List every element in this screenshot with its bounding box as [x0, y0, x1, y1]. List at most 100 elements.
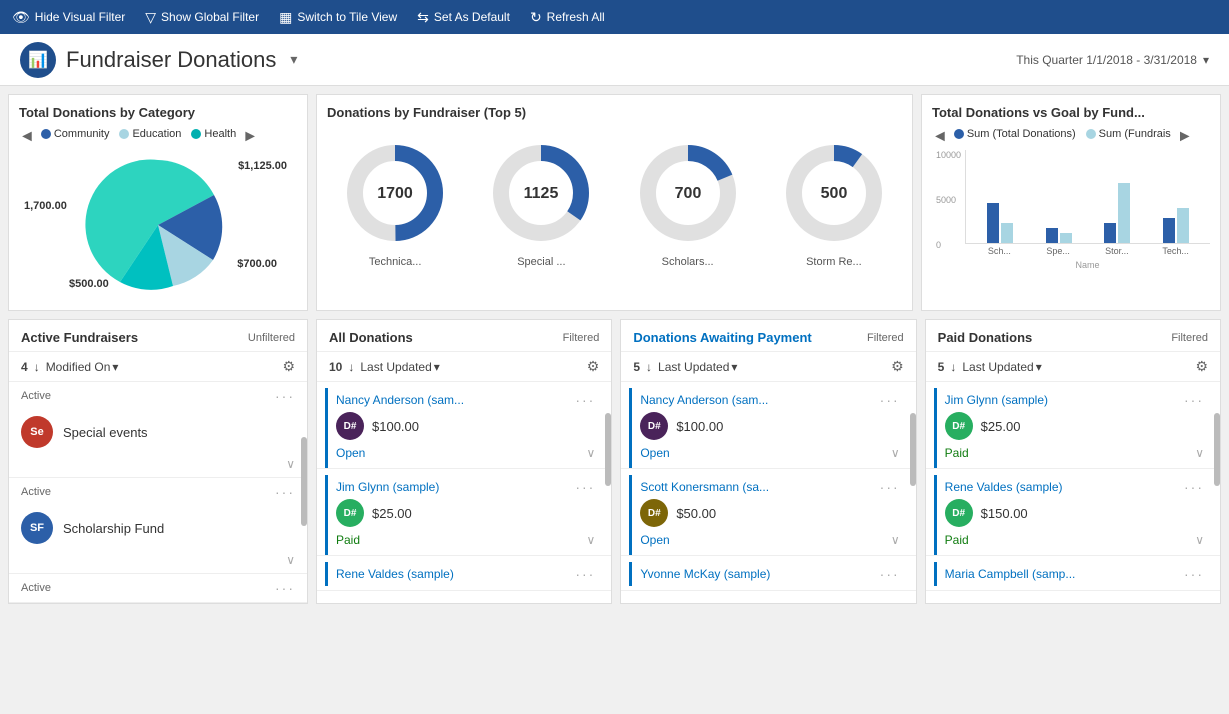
awaiting-dots-3[interactable]: ···	[880, 566, 900, 582]
awaiting-link-3[interactable]: Yvonne McKay (sample)	[640, 567, 770, 581]
awaiting-link-1[interactable]: Nancy Anderson (sam...	[640, 393, 768, 407]
donation-avatar-1: D#	[336, 412, 364, 440]
paid-expand-2[interactable]: ∨	[1195, 533, 1204, 547]
awaiting-status-1[interactable]: Open	[640, 446, 669, 460]
pie-nav-left[interactable]: ◄	[19, 128, 35, 146]
avatar-scholarship: SF	[21, 512, 53, 544]
awaiting-amount-2: $50.00	[676, 506, 716, 521]
pie-value-4: 1,700.00	[24, 200, 67, 212]
paid-sort-field-label: Last Updated	[962, 360, 1033, 374]
awaiting-sort-count: 5	[633, 360, 640, 374]
paid-dots-3[interactable]: ···	[1184, 566, 1204, 582]
paid-sort-field[interactable]: Last Updated ▾	[962, 360, 1041, 374]
awaiting-expand-2[interactable]: ∨	[891, 533, 900, 547]
active-sort-field[interactable]: Modified On ▾	[46, 360, 119, 374]
paid-link-1[interactable]: Jim Glynn (sample)	[945, 393, 1048, 407]
bar-nav-right[interactable]: ►	[1177, 128, 1193, 146]
paid-status-row-2: Paid ∨	[945, 531, 1204, 551]
awaiting-link-2[interactable]: Scott Konersmann (sa...	[640, 480, 769, 494]
status-active-3: Active	[21, 582, 51, 594]
switch-tile-view-button[interactable]: ▦ Switch to Tile View	[279, 9, 397, 26]
paid-link-3[interactable]: Maria Campbell (samp...	[945, 567, 1076, 581]
donation-link-2[interactable]: Jim Glynn (sample)	[336, 480, 439, 494]
pie-chart-card: Total Donations by Category ◄ Community …	[8, 94, 308, 311]
donation-status-1[interactable]: Open	[336, 446, 365, 460]
paid-link-row-3: Maria Campbell (samp... ···	[945, 566, 1204, 582]
donut-4-label: Storm Re...	[806, 256, 862, 268]
donation-expand-1[interactable]: ∨	[587, 446, 596, 460]
donut-4: 500 Storm Re...	[779, 138, 889, 268]
eye-icon: 👁	[12, 9, 30, 26]
list-item-scholarship: Active ··· SF Scholarship Fund ∨	[9, 478, 307, 574]
title-dropdown-icon[interactable]: ▾	[290, 51, 297, 68]
refresh-all-button[interactable]: ↻ Refresh All	[530, 9, 605, 26]
donation-dots-3[interactable]: ···	[575, 566, 595, 582]
awaiting-filter-icon[interactable]: ⚙	[891, 358, 904, 375]
y-label-5000: 5000	[936, 195, 961, 205]
paid-expand-1[interactable]: ∨	[1195, 446, 1204, 460]
donut-1-label: Technica...	[369, 256, 422, 268]
paid-donations-title: Paid Donations	[938, 330, 1033, 345]
default-icon: ⇆	[417, 9, 429, 26]
awaiting-expand-1[interactable]: ∨	[891, 446, 900, 460]
item-dots-2[interactable]: ···	[275, 484, 295, 500]
donation-item-1: Nancy Anderson (sam... ··· D# $100.00 Op…	[317, 382, 611, 469]
bar-nav-left[interactable]: ◄	[932, 128, 948, 146]
donation-dots-2[interactable]: ···	[575, 479, 595, 495]
awaiting-sort-field[interactable]: Last Updated ▾	[658, 360, 737, 374]
donation-link-1[interactable]: Nancy Anderson (sam...	[336, 393, 464, 407]
bar-chart-legend: Sum (Total Donations) Sum (Fundrais	[954, 128, 1171, 140]
community-dot	[41, 129, 51, 139]
paid-status-1[interactable]: Paid	[945, 446, 969, 460]
paid-dots-2[interactable]: ···	[1184, 479, 1204, 495]
hide-visual-filter-button[interactable]: 👁 Hide Visual Filter	[12, 9, 125, 26]
donation-status-row-2: Paid ∨	[336, 531, 595, 551]
logo-icon: 📊	[28, 50, 48, 70]
awaiting-card-1: Nancy Anderson (sam... ··· D# $100.00 Op…	[629, 388, 907, 468]
donation-expand-2[interactable]: ∨	[587, 533, 596, 547]
bar-chart-nav: ◄ Sum (Total Donations) Sum (Fundrais ►	[932, 128, 1210, 146]
all-sort-count: 10	[329, 360, 342, 374]
bar-2b	[1060, 233, 1072, 243]
awaiting-card-3: Yvonne McKay (sample) ···	[629, 562, 907, 586]
paid-row-1: D# $25.00	[945, 408, 1204, 444]
item-dots-1[interactable]: ···	[275, 388, 295, 404]
all-sort-field[interactable]: Last Updated ▾	[360, 360, 439, 374]
all-sort-icon: ↓	[348, 360, 354, 374]
bar-group-4	[1152, 208, 1201, 243]
paid-status-2[interactable]: Paid	[945, 533, 969, 547]
active-sort-count: 4	[21, 360, 28, 374]
donation-link-row-2: Jim Glynn (sample) ···	[336, 479, 595, 495]
donuts-container: 1700 Technica... 1125 Special ...	[327, 128, 902, 278]
pie-nav-right[interactable]: ►	[242, 128, 258, 146]
total-donations-dot	[954, 129, 964, 139]
donut-3-label: Scholars...	[662, 256, 714, 268]
donation-link-3[interactable]: Rene Valdes (sample)	[336, 567, 454, 581]
list-item-special-events: Active ··· Se Special events ∨	[9, 382, 307, 478]
paid-dots-1[interactable]: ···	[1184, 392, 1204, 408]
x-label-3: Stor...	[1093, 246, 1142, 256]
show-global-filter-button[interactable]: ▽ Show Global Filter	[145, 9, 259, 26]
all-filter-icon[interactable]: ⚙	[587, 358, 600, 375]
awaiting-status-2[interactable]: Open	[640, 533, 669, 547]
active-filter-icon[interactable]: ⚙	[282, 358, 295, 375]
item-dots-3[interactable]: ···	[275, 580, 295, 596]
tile-icon: ▦	[279, 9, 292, 26]
awaiting-dots-2[interactable]: ···	[880, 479, 900, 495]
paid-link-2[interactable]: Rene Valdes (sample)	[945, 480, 1063, 494]
set-default-button[interactable]: ⇆ Set As Default	[417, 9, 510, 26]
item-expand-1[interactable]: ∨	[9, 454, 307, 477]
awaiting-dots-1[interactable]: ···	[880, 392, 900, 408]
donations-awaiting-title: Donations Awaiting Payment	[633, 330, 811, 345]
donation-dots-1[interactable]: ···	[575, 392, 595, 408]
awaiting-sort-dropdown-icon: ▾	[731, 360, 737, 374]
active-sort-icon: ↓	[34, 360, 40, 374]
awaiting-item-2: Scott Konersmann (sa... ··· D# $50.00 Op…	[621, 469, 915, 556]
bar-pair-3	[1104, 183, 1130, 243]
awaiting-sort-field-label: Last Updated	[658, 360, 729, 374]
date-range-selector[interactable]: This Quarter 1/1/2018 - 3/31/2018 ▾	[1016, 53, 1209, 67]
donation-status-2[interactable]: Paid	[336, 533, 360, 547]
paid-filter-icon[interactable]: ⚙	[1195, 358, 1208, 375]
app-logo: 📊	[20, 42, 56, 78]
item-expand-2[interactable]: ∨	[9, 550, 307, 573]
